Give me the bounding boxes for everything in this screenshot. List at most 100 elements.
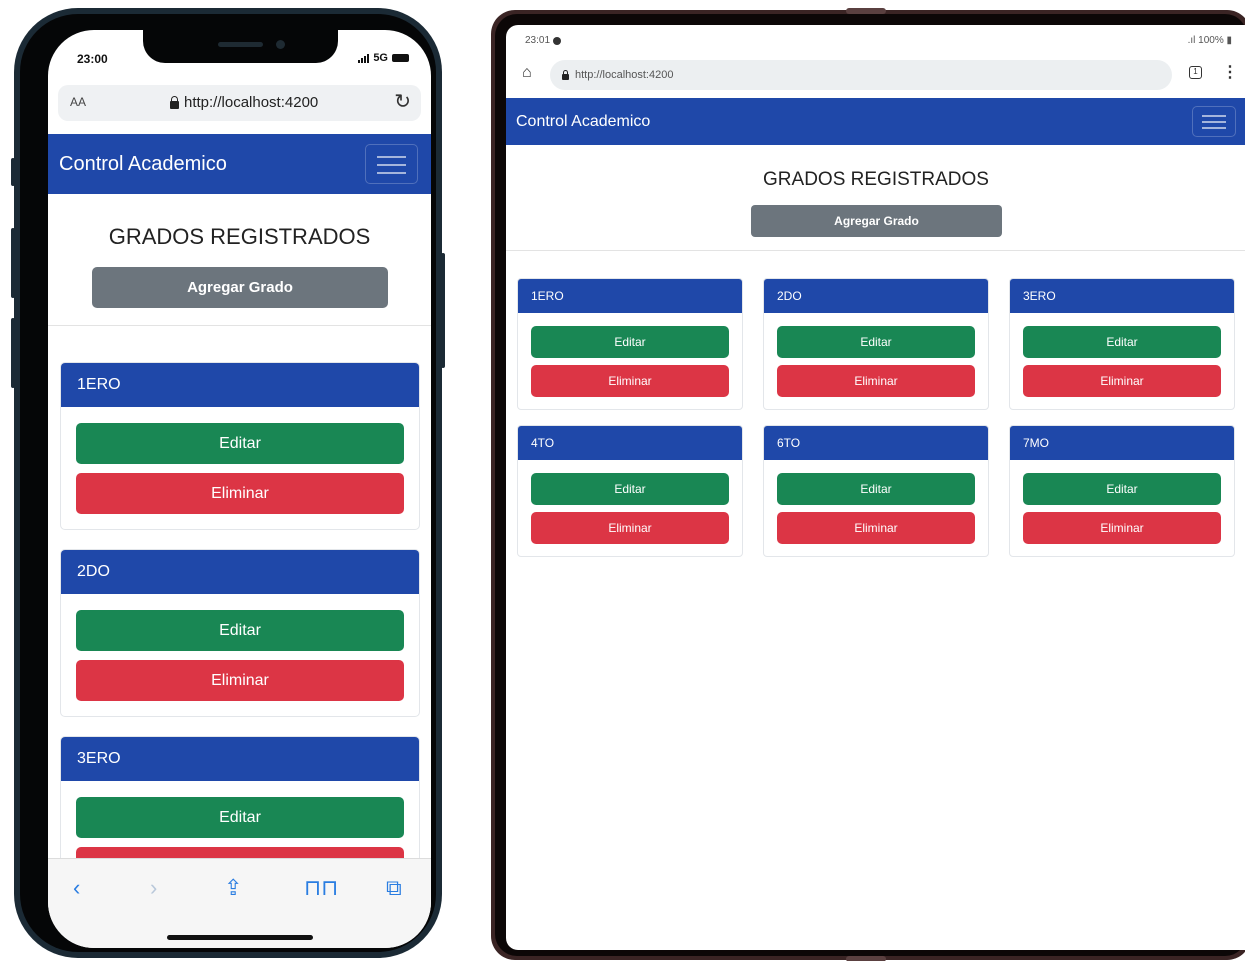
hinge-bottom — [846, 956, 886, 961]
navbar-brand[interactable]: Control Academico — [516, 113, 650, 131]
grade-card-header: 1ERO — [61, 363, 419, 407]
battery-icon — [392, 54, 409, 62]
grade-card-header: 3ERO — [61, 737, 419, 781]
delete-grade-button[interactable]: Eliminar — [531, 512, 729, 544]
delete-grade-button[interactable]: Eliminar — [1023, 512, 1221, 544]
forward-icon[interactable]: › — [150, 875, 157, 901]
grade-card-body: Editar Eliminar — [61, 407, 419, 529]
grade-card-header: 2DO — [61, 550, 419, 594]
edit-grade-button[interactable]: Editar — [1023, 473, 1221, 505]
battery-icon: ▮ — [1223, 35, 1232, 46]
delete-grade-button[interactable]: Eliminar — [76, 473, 404, 514]
speaker-grille — [218, 42, 263, 47]
navbar: Control Academico — [48, 134, 431, 194]
grade-card-body: Editar Eliminar — [518, 313, 742, 409]
phone-volume-up — [11, 228, 15, 298]
grade-name: 3ERO — [77, 750, 121, 767]
add-grade-button[interactable]: Agregar Grado — [92, 267, 388, 308]
delete-grade-button[interactable]: Eliminar — [777, 512, 975, 544]
edit-grade-button[interactable]: Editar — [1023, 326, 1221, 358]
status-time-text: 23:01 — [525, 35, 551, 46]
delete-grade-button[interactable]: Eliminar — [531, 365, 729, 397]
delete-grade-button[interactable]: Eliminar — [1023, 365, 1221, 397]
foldable-device: 23:01 .ıl 100% ▮ ⌂ http://localhost:4200… — [491, 8, 1245, 961]
grade-card-body: Editar Eliminar — [1010, 313, 1234, 409]
address-bar[interactable]: http://localhost:4200 — [550, 60, 1172, 90]
grades-grid: 1ERO Editar Eliminar 2DO Editar Eliminar 3ERO E… — [517, 278, 1237, 557]
grade-card-header: 6TO — [764, 426, 988, 460]
grade-card: 7MO Editar Eliminar — [1009, 425, 1235, 557]
phone-status-bar: 23:00 5G — [48, 52, 431, 70]
edit-grade-button[interactable]: Editar — [76, 797, 404, 838]
reader-aa-button[interactable]: AA — [70, 95, 86, 109]
delete-grade-button[interactable]: Eliminar — [777, 365, 975, 397]
grade-card-header: 3ERO — [1010, 279, 1234, 313]
grade-card: 3ERO Editar Eliminar — [1009, 278, 1235, 410]
url-text: http://localhost:4200 — [184, 94, 319, 111]
status-time: 23:00 — [77, 52, 108, 66]
phone-power-button — [441, 253, 445, 368]
grade-card-body: Editar Eliminar — [1010, 460, 1234, 556]
grade-card-header: 2DO — [764, 279, 988, 313]
address-bar[interactable]: AA http://localhost:4200 ↻ — [58, 85, 421, 121]
tab-switcher-icon[interactable]: 1 — [1189, 66, 1202, 79]
grade-name: 1ERO — [77, 376, 121, 393]
grade-name: 4TO — [531, 436, 555, 450]
more-menu-icon[interactable]: ⋮ — [1222, 62, 1238, 82]
edit-grade-button[interactable]: Editar — [76, 610, 404, 651]
network-type: 5G — [373, 52, 388, 64]
grade-name: 1ERO — [531, 289, 564, 303]
home-indicator — [167, 935, 313, 940]
signal-icon: .ıl — [1187, 35, 1199, 46]
grade-card-body: Editar Eliminar — [764, 460, 988, 556]
edit-grade-button[interactable]: Editar — [777, 473, 975, 505]
grade-card-body: Editar Eliminar — [764, 313, 988, 409]
safari-toolbar: ‹ › ⇪ ⊓⊓ ⧉ — [48, 858, 431, 948]
grade-card-header: 1ERO — [518, 279, 742, 313]
add-grade-button[interactable]: Agregar Grado — [751, 205, 1002, 237]
grade-name: 2DO — [77, 563, 110, 580]
url-text: http://localhost:4200 — [575, 69, 674, 81]
back-icon[interactable]: ‹ — [73, 875, 80, 901]
grade-name: 2DO — [777, 289, 802, 303]
tabs-icon[interactable]: ⧉ — [386, 875, 402, 901]
home-icon[interactable]: ⌂ — [522, 64, 532, 82]
edit-grade-button[interactable]: Editar — [777, 326, 975, 358]
grade-card: 6TO Editar Eliminar — [763, 425, 989, 557]
url-display[interactable]: http://localhost:4200 — [170, 94, 318, 111]
screenshot-stage: 23:00 5G AA http://localhost:4200 ↻ Cont… — [0, 0, 1245, 961]
edit-grade-button[interactable]: Editar — [531, 473, 729, 505]
navbar: Control Academico — [506, 98, 1245, 145]
edit-grade-button[interactable]: Editar — [531, 326, 729, 358]
grade-card: 1ERO Editar Eliminar — [517, 278, 743, 410]
hamburger-menu-icon[interactable] — [1192, 106, 1236, 137]
grades-list: 1ERO Editar Eliminar 2DO Editar Eliminar 3ERO E… — [60, 362, 420, 923]
battery-level: 100% — [1198, 35, 1224, 46]
grade-name: 6TO — [777, 436, 801, 450]
notification-icon — [553, 36, 562, 45]
reload-icon[interactable]: ↻ — [394, 89, 411, 114]
lock-icon — [562, 69, 569, 80]
divider — [506, 250, 1245, 251]
share-icon[interactable]: ⇪ — [224, 875, 242, 901]
hamburger-menu-icon[interactable] — [365, 144, 418, 184]
grade-card-body: Editar Eliminar — [61, 594, 419, 716]
foldable-screen: 23:01 .ıl 100% ▮ ⌂ http://localhost:4200… — [506, 25, 1245, 950]
phone-mute-switch — [11, 158, 15, 186]
grade-card-header: 7MO — [1010, 426, 1234, 460]
phone-device: 23:00 5G AA http://localhost:4200 ↻ Cont… — [11, 8, 445, 958]
delete-grade-button[interactable]: Eliminar — [76, 660, 404, 701]
grade-card: 2DO Editar Eliminar — [60, 549, 420, 717]
grade-card: 4TO Editar Eliminar — [517, 425, 743, 557]
chrome-toolbar: ⌂ http://localhost:4200 1 ⋮ — [506, 60, 1245, 90]
grade-card: 2DO Editar Eliminar — [763, 278, 989, 410]
divider — [48, 325, 431, 326]
navbar-brand[interactable]: Control Academico — [59, 153, 227, 176]
grade-card-body: Editar Eliminar — [518, 460, 742, 556]
lock-icon — [170, 95, 179, 109]
bookmarks-icon[interactable]: ⊓⊓ — [304, 875, 338, 901]
edit-grade-button[interactable]: Editar — [76, 423, 404, 464]
grade-card: 1ERO Editar Eliminar — [60, 362, 420, 530]
front-camera-icon — [276, 40, 285, 49]
phone-volume-down — [11, 318, 15, 388]
